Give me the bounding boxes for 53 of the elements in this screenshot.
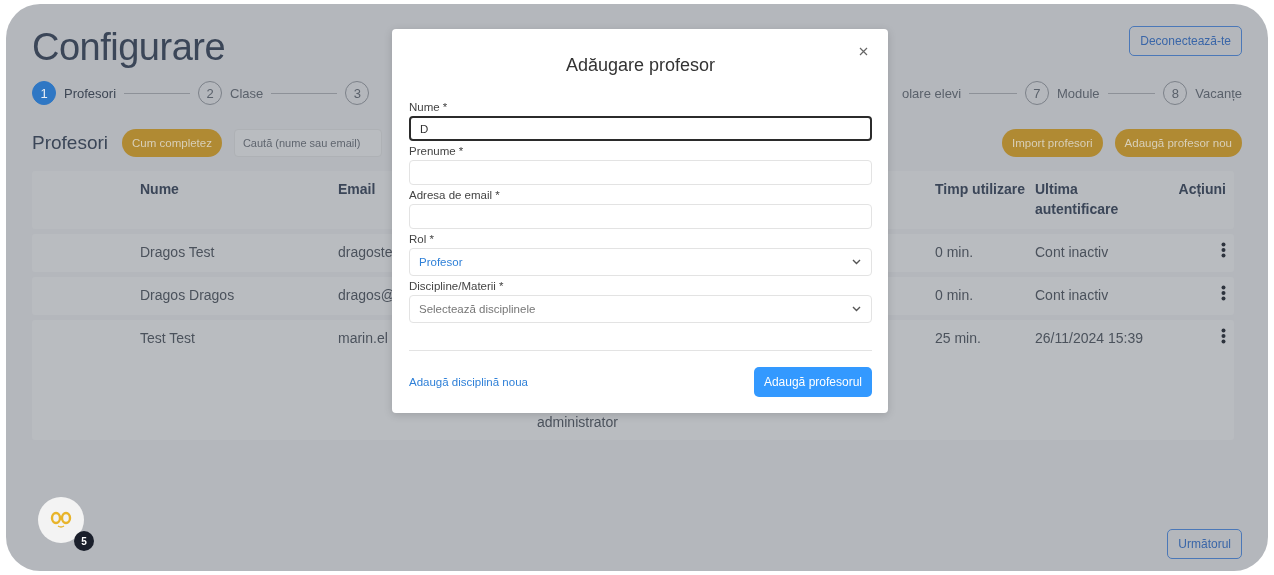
column-header: Ultima autentificare	[1035, 180, 1120, 219]
table-cell-text: 0 min.	[935, 243, 974, 262]
input-field[interactable]	[409, 160, 872, 185]
chevron-down-icon	[852, 259, 861, 265]
input-field[interactable]: D	[409, 116, 872, 141]
field-label: Nume *	[409, 100, 449, 114]
table-cell-text: 25 min.	[935, 329, 981, 348]
notification-badge: 5	[74, 531, 94, 551]
column-header: Acțiuni	[1178, 180, 1226, 199]
chevron-down-icon	[852, 306, 861, 312]
select-field[interactable]: Profesor	[409, 248, 872, 276]
field-label: Discipline/Materii *	[409, 279, 505, 293]
more-options-icon[interactable]	[1221, 242, 1226, 258]
table-cell-text: Cont inactiv	[1035, 243, 1109, 262]
dialog-title: Adăugare profesor	[565, 54, 716, 76]
add-discipline-link[interactable]: Adaugă disciplină noua	[409, 376, 528, 388]
add-button[interactable]: Adaugă profesor nou	[1114, 129, 1242, 157]
column-header: Nume	[140, 180, 179, 199]
step-label[interactable]: Clase	[230, 85, 264, 101]
field-label: Rol *	[409, 232, 435, 246]
table-cell-text: 0 min.	[935, 286, 974, 305]
step-label[interactable]: Profesori	[64, 85, 117, 101]
step-number[interactable]: 1	[32, 81, 56, 105]
table-cell-text: Test Test	[140, 329, 195, 348]
more-options-icon[interactable]	[1221, 328, 1226, 344]
table-cell-text: Dragos Test	[140, 243, 215, 262]
next-button[interactable]: Următorul	[1167, 529, 1242, 559]
smiley-icon	[50, 511, 72, 529]
more-options-icon[interactable]	[1221, 285, 1226, 301]
search-field[interactable]: Caută (nume sau email)	[233, 129, 382, 157]
step-label[interactable]: Vacanțe	[1195, 85, 1242, 101]
import-button[interactable]: Import profesori	[1002, 129, 1103, 157]
help-button[interactable]: Cum completez	[122, 129, 222, 157]
page-title: Configurare	[32, 26, 226, 69]
field-label: Prenume *	[409, 144, 465, 158]
section-title: Profesori	[32, 132, 109, 154]
field-label: Adresa de email *	[409, 188, 501, 202]
column-header: Timp utilizare	[935, 180, 1025, 199]
table-cell-text: Dragos Dragos	[140, 286, 235, 305]
select-field[interactable]: Selectează disciplinele	[409, 295, 872, 323]
table-cell: administrator	[537, 414, 618, 430]
column-header: Email	[338, 180, 376, 199]
table-cell-text: Cont inactiv	[1035, 286, 1109, 305]
step-label[interactable]: olare elevi	[902, 85, 962, 101]
table-cell-text: marin.el	[338, 329, 388, 348]
submit-button[interactable]: Adaugă profesorul	[753, 367, 872, 397]
logout-button[interactable]: Deconectează-te	[1129, 26, 1242, 56]
close-icon[interactable]	[857, 45, 870, 58]
input-field[interactable]	[409, 204, 872, 229]
table-cell-text: 26/11/2024 15:39	[1035, 329, 1143, 348]
step-label[interactable]: Module	[1056, 85, 1100, 101]
table-cell-text: dragoste	[338, 243, 393, 262]
table-cell-text: dragos@	[338, 286, 396, 305]
